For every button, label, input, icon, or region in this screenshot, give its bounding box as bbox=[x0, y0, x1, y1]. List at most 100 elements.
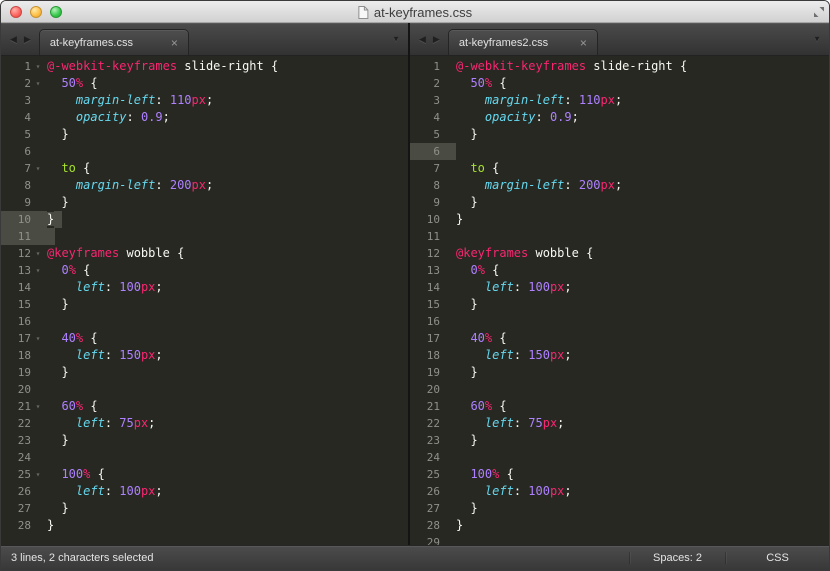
code-line[interactable]: 19 } bbox=[410, 364, 829, 381]
code-line[interactable]: 5 } bbox=[1, 126, 408, 143]
titlebar[interactable]: at-keyframes.css bbox=[1, 1, 829, 23]
gutter[interactable]: 16 bbox=[1, 313, 47, 330]
code-line[interactable]: 28} bbox=[1, 517, 408, 534]
gutter[interactable]: 3 bbox=[1, 92, 47, 109]
code-line[interactable]: 13 ▾ 0% { bbox=[1, 262, 408, 279]
code-line[interactable]: 23 } bbox=[410, 432, 829, 449]
editor-right[interactable]: 1 @-webkit-keyframes slide-right {2 50% {… bbox=[410, 56, 829, 545]
line-number[interactable]: 12 bbox=[1, 245, 31, 262]
line-number[interactable]: 8 bbox=[410, 177, 440, 194]
fold-arrow-icon[interactable]: ▾ bbox=[31, 398, 45, 415]
gutter[interactable]: 5 bbox=[1, 126, 47, 143]
line-number[interactable]: 22 bbox=[1, 415, 31, 432]
code-line[interactable]: 20 bbox=[410, 381, 829, 398]
tab-at-keyframes2-css[interactable]: at-keyframes2.css × bbox=[447, 29, 598, 55]
gutter[interactable]: 12 ▾ bbox=[1, 245, 47, 262]
code-line[interactable]: 4 opacity: 0.9; bbox=[410, 109, 829, 126]
line-number[interactable]: 20 bbox=[1, 381, 31, 398]
line-number[interactable]: 5 bbox=[1, 126, 31, 143]
code-line[interactable]: 7 to { bbox=[410, 160, 829, 177]
line-number[interactable]: 20 bbox=[410, 381, 440, 398]
line-number[interactable]: 19 bbox=[410, 364, 440, 381]
gutter[interactable]: 6 bbox=[410, 143, 456, 160]
line-number[interactable]: 29 bbox=[410, 534, 440, 545]
line-number[interactable]: 15 bbox=[1, 296, 31, 313]
line-number[interactable]: 14 bbox=[1, 279, 31, 296]
code-line[interactable]: 26 left: 100px; bbox=[1, 483, 408, 500]
code-line[interactable]: 6 bbox=[410, 143, 829, 160]
code-line[interactable]: 11 bbox=[410, 228, 829, 245]
code-line[interactable]: 16 bbox=[1, 313, 408, 330]
code-line[interactable]: 17 ▾ 40% { bbox=[1, 330, 408, 347]
code-line[interactable]: 16 bbox=[410, 313, 829, 330]
gutter[interactable]: 28 bbox=[410, 517, 456, 534]
line-number[interactable]: 27 bbox=[1, 500, 31, 517]
gutter[interactable]: 1 bbox=[410, 58, 456, 75]
gutter[interactable]: 1 ▾ bbox=[1, 58, 47, 75]
tab-scroll-left-icon[interactable]: ◀ bbox=[10, 34, 17, 45]
line-number[interactable]: 10 bbox=[410, 211, 440, 228]
fold-arrow-icon[interactable]: ▾ bbox=[31, 262, 45, 279]
line-number[interactable]: 28 bbox=[410, 517, 440, 534]
line-number[interactable]: 15 bbox=[410, 296, 440, 313]
line-number[interactable]: 8 bbox=[1, 177, 31, 194]
code-line[interactable]: 7 ▾ to { bbox=[1, 160, 408, 177]
code-line[interactable]: 11 bbox=[1, 228, 408, 245]
gutter[interactable]: 19 bbox=[410, 364, 456, 381]
line-number[interactable]: 18 bbox=[1, 347, 31, 364]
line-number[interactable]: 2 bbox=[410, 75, 440, 92]
gutter[interactable]: 26 bbox=[1, 483, 47, 500]
line-number[interactable]: 3 bbox=[1, 92, 31, 109]
gutter[interactable]: 27 bbox=[1, 500, 47, 517]
gutter[interactable]: 7 bbox=[410, 160, 456, 177]
code-line[interactable]: 17 40% { bbox=[410, 330, 829, 347]
code-line[interactable]: 18 left: 150px; bbox=[410, 347, 829, 364]
line-number[interactable]: 5 bbox=[410, 126, 440, 143]
gutter[interactable]: 20 bbox=[410, 381, 456, 398]
line-number[interactable]: 14 bbox=[410, 279, 440, 296]
gutter[interactable]: 18 bbox=[1, 347, 47, 364]
gutter[interactable]: 17 ▾ bbox=[1, 330, 47, 347]
gutter[interactable]: 20 bbox=[1, 381, 47, 398]
line-number[interactable]: 12 bbox=[410, 245, 440, 262]
tab-scroll-right-icon[interactable]: ▶ bbox=[24, 34, 31, 45]
line-number[interactable]: 16 bbox=[410, 313, 440, 330]
line-number[interactable]: 1 bbox=[410, 58, 440, 75]
code-line[interactable]: 3 margin-left: 110px; bbox=[1, 92, 408, 109]
gutter[interactable]: 24 bbox=[1, 449, 47, 466]
gutter[interactable]: 28 bbox=[1, 517, 47, 534]
code-line[interactable]: 9 } bbox=[1, 194, 408, 211]
gutter[interactable]: 29 bbox=[410, 534, 456, 545]
gutter[interactable]: 25 bbox=[410, 466, 456, 483]
fold-arrow-icon[interactable]: ▾ bbox=[31, 466, 45, 483]
gutter[interactable]: 15 bbox=[1, 296, 47, 313]
code-line[interactable]: 14 left: 100px; bbox=[1, 279, 408, 296]
gutter[interactable]: 8 bbox=[1, 177, 47, 194]
gutter[interactable]: 23 bbox=[410, 432, 456, 449]
line-number[interactable]: 23 bbox=[410, 432, 440, 449]
gutter[interactable]: 22 bbox=[410, 415, 456, 432]
line-number[interactable]: 13 bbox=[410, 262, 440, 279]
gutter[interactable]: 2 ▾ bbox=[1, 75, 47, 92]
gutter[interactable]: 10 bbox=[1, 211, 47, 228]
line-number[interactable]: 10 bbox=[1, 211, 31, 228]
line-number[interactable]: 18 bbox=[410, 347, 440, 364]
line-number[interactable]: 26 bbox=[410, 483, 440, 500]
code-line[interactable]: 25 ▾ 100% { bbox=[1, 466, 408, 483]
syntax-status[interactable]: CSS bbox=[725, 552, 829, 564]
gutter[interactable]: 24 bbox=[410, 449, 456, 466]
code-line[interactable]: 13 0% { bbox=[410, 262, 829, 279]
line-number[interactable]: 1 bbox=[1, 58, 31, 75]
code-line[interactable]: 5 } bbox=[410, 126, 829, 143]
gutter[interactable]: 4 bbox=[1, 109, 47, 126]
code-line[interactable]: 3 margin-left: 110px; bbox=[410, 92, 829, 109]
line-number[interactable]: 25 bbox=[410, 466, 440, 483]
gutter[interactable]: 19 bbox=[1, 364, 47, 381]
tab-close-icon[interactable]: × bbox=[580, 37, 587, 49]
fold-arrow-icon[interactable]: ▾ bbox=[31, 330, 45, 347]
line-number[interactable]: 7 bbox=[410, 160, 440, 177]
gutter[interactable]: 9 bbox=[1, 194, 47, 211]
code-line[interactable]: 24 bbox=[410, 449, 829, 466]
line-number[interactable]: 21 bbox=[410, 398, 440, 415]
code-line[interactable]: 2 50% { bbox=[410, 75, 829, 92]
